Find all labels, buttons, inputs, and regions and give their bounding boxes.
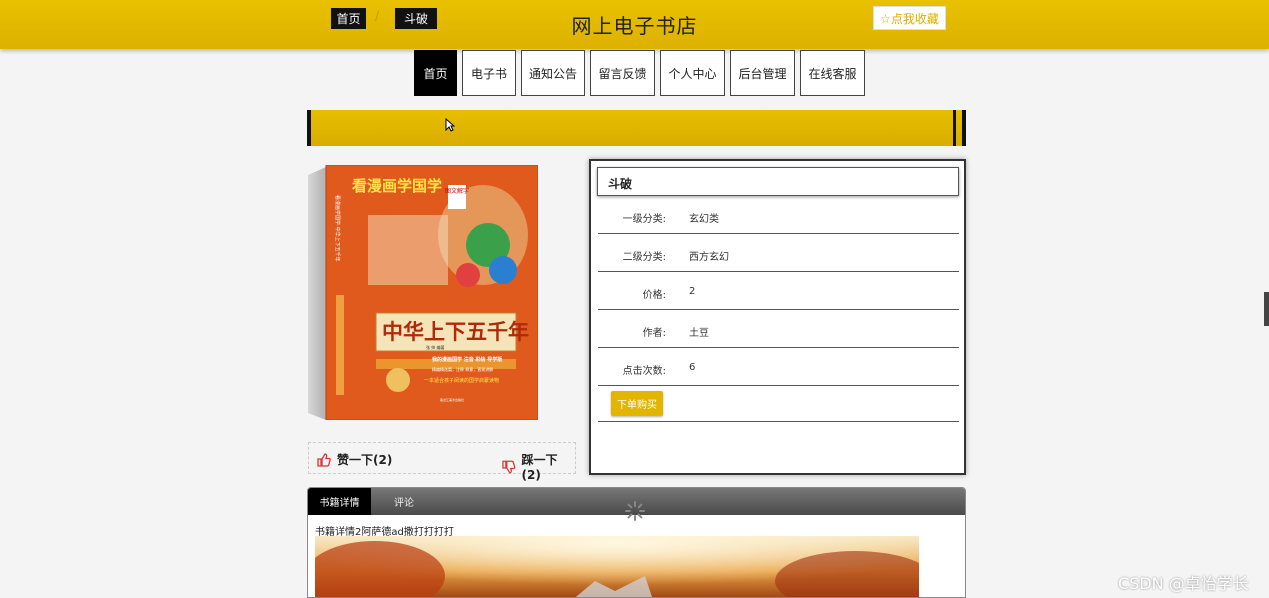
breadcrumb-edge-right <box>962 110 966 146</box>
info-value: 2 <box>689 286 696 297</box>
mouse-cursor-icon <box>445 118 455 132</box>
scrollbar-thumb[interactable] <box>1264 292 1269 326</box>
info-label: 一级分类: <box>622 214 666 225</box>
main-nav: 首页 电子书 通知公告 留言反馈 个人中心 后台管理 在线客服 <box>414 50 870 96</box>
dislike-label: 踩一下(2) <box>521 453 558 482</box>
info-row-author: 作者: 土豆 <box>598 310 959 348</box>
info-label: 二级分类: <box>622 252 666 263</box>
cover-top-title: 看漫画学国学 <box>352 177 442 195</box>
book-detail-image <box>315 536 919 597</box>
watermark: CSDN @卓怡学长 <box>1118 574 1249 593</box>
breadcrumb-bar <box>307 110 966 146</box>
info-row-clicks: 点击次数: 6 <box>598 348 959 386</box>
nav-item-profile[interactable]: 个人中心 <box>660 50 725 96</box>
tab-comments[interactable]: 评论 <box>386 488 422 515</box>
site-title: 网上电子书店 <box>571 14 698 38</box>
info-row-category1: 一级分类: 玄幻类 <box>598 196 959 234</box>
thumbs-up-icon <box>317 452 331 467</box>
info-row-category2: 二级分类: 西方玄幻 <box>598 234 959 272</box>
nav-item-notices[interactable]: 通知公告 <box>521 50 585 96</box>
loading-spinner-icon <box>625 501 645 521</box>
info-label: 价格: <box>642 290 666 301</box>
cover-author-line: 张 帅 编著 <box>426 344 445 350</box>
breadcrumb-edge-right-inner <box>953 110 956 146</box>
favorite-button[interactable]: ☆点我收藏 <box>873 6 946 30</box>
cover-badge: 图文解字 <box>445 187 469 195</box>
info-value: 6 <box>689 362 696 373</box>
site-header: 网上电子书店 <box>0 0 1269 49</box>
book-cover-image: 看漫画学国学 图文解字 看漫画学国学·中华上下五千年 中华上下五千年 张 帅 编… <box>308 165 538 420</box>
info-label: 作者: <box>642 328 666 339</box>
vote-box: 赞一下(2) 踩一下(2) <box>308 442 576 482</box>
cover-main-title: 中华上下五千年 <box>382 319 529 344</box>
cover-publisher: 黑龙江美术出版社 <box>440 397 464 402</box>
info-value: 玄幻类 <box>689 214 719 225</box>
breadcrumb-separator: / <box>375 9 380 23</box>
nav-item-admin[interactable]: 后台管理 <box>730 50 795 96</box>
info-row-price: 价格: 2 <box>598 272 959 310</box>
like-button[interactable]: 赞一下(2) <box>317 451 392 468</box>
cover-slogan-1: 我的漫画国学 注音 彩绘 导学版 <box>432 356 502 363</box>
info-value: 西方玄幻 <box>689 252 729 263</box>
breadcrumb-edge-left <box>307 110 311 146</box>
dislike-button[interactable]: 踩一下(2) <box>502 451 575 482</box>
buy-button[interactable]: 下单购买 <box>611 391 663 416</box>
nav-item-ebooks[interactable]: 电子书 <box>462 50 516 96</box>
book-title: 斗破 <box>597 167 959 196</box>
info-label: 点击次数: <box>622 366 666 377</box>
cover-slogan-2: 精编精选篇，注释 释意，直观讲解 <box>432 366 493 372</box>
like-label: 赞一下(2) <box>337 453 393 467</box>
nav-item-feedback[interactable]: 留言反馈 <box>590 50 655 96</box>
nav-item-service[interactable]: 在线客服 <box>800 50 865 96</box>
cover-spine-text: 看漫画学国学·中华上下五千年 <box>334 195 341 262</box>
tab-book-detail[interactable]: 书籍详情 <box>308 488 371 515</box>
cover-slogan-3: 一本适合孩子阅读的国学启蒙读物 <box>424 377 499 384</box>
breadcrumb-current[interactable]: 斗破 <box>395 8 437 29</box>
book-info-panel: 斗破 一级分类: 玄幻类 二级分类: 西方玄幻 价格: 2 作者: 土豆 点击次… <box>589 159 966 475</box>
thumbs-down-icon <box>502 460 516 473</box>
info-value: 土豆 <box>689 328 709 339</box>
breadcrumb-home[interactable]: 首页 <box>331 8 366 29</box>
buy-row: 下单购买 <box>598 387 959 422</box>
nav-item-home[interactable]: 首页 <box>414 50 457 96</box>
